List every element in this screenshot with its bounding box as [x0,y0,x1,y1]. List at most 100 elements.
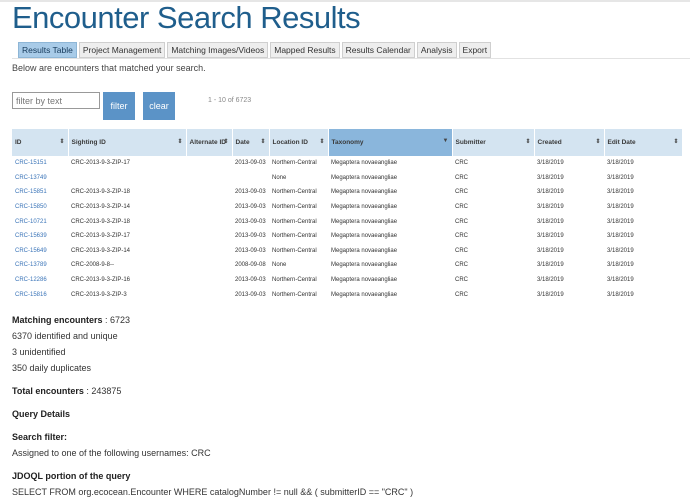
table-cell: 3/18/2019 [607,262,634,269]
table-cell: CRC-2013-9-3-ZIP-3 [71,291,127,298]
column-header-submitter[interactable]: Submitter ⇕ [452,129,535,156]
encounter-id-link[interactable]: CRC-15649 [12,244,68,259]
table-cell: Northern-Central [272,218,317,225]
table-cell: CRC [455,277,468,284]
column-header-created[interactable]: Created ⇕ [534,129,605,156]
table-cell [186,258,232,273]
table-cell: 3/18/2019 [607,277,634,284]
encounter-id-link[interactable]: CRC-13789 [12,258,68,273]
sort-icon[interactable]: ⇕ [673,138,678,145]
table-cell: Megaptera novaeangliae [331,204,398,211]
table-cell: 3/18/2019 [607,218,634,225]
column-label: Taxonomy [331,139,364,146]
table-row[interactable]: CRC-13789 CRC-2008-9-8-- 2008-09-08 None Meg… [12,258,682,273]
table-cell: 3/18/2019 [537,189,564,196]
table-cell: 2013-09-03 [235,160,266,167]
table-cell [186,287,232,302]
tab-matching-images-videos[interactable]: Matching Images/Videos [167,42,269,58]
table-cell: Megaptera novaeangliae [331,247,398,254]
jdoql-query-text: SELECT FROM org.ecocean.Encounter WHERE … [12,487,414,497]
table-cell: Megaptera novaeangliae [331,218,398,225]
tab-results-table[interactable]: Results Table [18,42,77,58]
column-header-location-id[interactable]: Location ID ⇕ [269,129,329,156]
encounter-id-link[interactable]: CRC-15851 [12,185,68,200]
column-header-taxonomy[interactable]: Taxonomy ▼ [328,129,453,156]
sort-icon[interactable]: ⇕ [319,138,324,145]
table-cell: 3/18/2019 [537,233,564,240]
table-row[interactable]: CRC-15816 CRC-2013-9-3-ZIP-3 2013-09-03 Nor… [12,287,682,302]
table-row[interactable]: CRC-15649 CRC-2013-9-3-ZIP-14 2013-09-03 No… [12,244,682,259]
tab-project-management[interactable]: Project Management [78,42,166,58]
table-row[interactable]: CRC-15850 CRC-2013-9-3-ZIP-14 2013-09-03 No… [12,200,682,215]
encounter-id-link[interactable]: CRC-15639 [12,229,68,244]
table-cell: CRC [455,291,468,298]
table-cell: Northern-Central [272,291,317,298]
table-cell: CRC-2013-9-3-ZIP-17 [71,233,131,240]
table-header-row: ID ⇕ Sighting ID ⇕ Alternate ID ⇕ Date ⇕ Locatio… [12,129,683,156]
column-label: Date [235,139,250,146]
search-stats: Matching encounters : 6723 6370 identifi… [12,312,414,500]
encounter-id-link[interactable]: CRC-15151 [12,156,68,171]
table-cell: 2008-09-08 [235,262,266,269]
results-table: ID ⇕ Sighting ID ⇕ Alternate ID ⇕ Date ⇕ Locatio… [12,129,683,302]
encounter-id-link[interactable]: CRC-12286 [12,273,68,288]
table-row[interactable]: CRC-10721 CRC-2013-9-3-ZIP-18 2013-09-03 No… [12,214,682,229]
encounter-id-link[interactable]: CRC-10721 [12,214,68,229]
table-cell: CRC-2013-9-3-ZIP-14 [71,247,131,254]
tab-export[interactable]: Export [458,42,492,58]
tab-mapped-results[interactable]: Mapped Results [270,42,340,58]
table-cell: CRC-2013-9-3-ZIP-18 [71,218,131,225]
table-cell: Northern-Central [272,160,317,167]
sort-icon[interactable]: ⇕ [525,138,530,145]
column-header-sighting-id[interactable]: Sighting ID ⇕ [68,129,187,156]
table-row[interactable]: CRC-12286 CRC-2013-9-3-ZIP-16 2013-09-03 No… [12,273,682,288]
matching-encounters-value: : 6723 [105,315,131,325]
table-row[interactable]: CRC-13749 None Megaptera novaeangliae CRC 3/… [12,171,682,186]
encounter-id-link[interactable]: CRC-15850 [12,200,68,215]
column-label: Submitter [455,139,486,146]
encounter-id-link[interactable]: CRC-15816 [12,287,68,302]
sort-desc-icon[interactable]: ▼ [443,138,449,144]
table-cell: 2013-09-03 [235,277,266,284]
filter-button[interactable]: filter [103,92,135,120]
table-cell: 3/18/2019 [537,218,564,225]
identified-count: 6370 identified and unique [12,331,118,341]
table-row[interactable]: CRC-15851 CRC-2013-9-3-ZIP-18 2013-09-03 No… [12,185,682,200]
table-cell: Megaptera novaeangliae [331,189,398,196]
sort-icon[interactable]: ⇕ [260,138,265,145]
table-row[interactable]: CRC-15639 CRC-2013-9-3-ZIP-17 2013-09-03 No… [12,229,682,244]
column-header-id[interactable]: ID ⇕ [12,129,69,156]
unidentified-count: 3 unidentified [12,347,66,357]
table-cell [186,214,232,229]
sort-icon[interactable]: ⇕ [59,138,64,145]
column-header-date[interactable]: Date ⇕ [232,129,270,156]
results-tabs: Results Table Project Management Matchin… [18,42,493,58]
tab-analysis[interactable]: Analysis [416,42,457,58]
table-cell [186,273,232,288]
filter-input[interactable] [12,92,100,109]
tab-results-calendar[interactable]: Results Calendar [341,42,415,58]
table-cell [186,171,232,186]
table-cell [186,185,232,200]
matching-encounters-label: Matching encounters [12,315,103,325]
table-cell: 3/18/2019 [607,189,634,196]
table-cell: Megaptera novaeangliae [331,174,398,181]
table-cell: CRC [455,218,468,225]
column-label: Sighting ID [71,139,106,146]
table-cell: Megaptera novaeangliae [331,262,398,269]
table-row[interactable]: CRC-15151 CRC-2013-9-3-ZIP-17 2013-09-03 No… [12,156,682,171]
search-filter-text: Assigned to one of the following usernam… [12,448,211,458]
clear-button[interactable]: clear [143,92,175,120]
column-header-alternate-id[interactable]: Alternate ID ⇕ [186,129,233,156]
sort-icon[interactable]: ⇕ [177,138,182,145]
sort-icon[interactable]: ⇕ [595,138,600,145]
table-cell: CRC [455,189,468,196]
table-cell: Megaptera novaeangliae [331,160,398,167]
column-label: Edit Date [607,139,636,146]
encounter-id-link[interactable]: CRC-13749 [12,171,68,186]
sort-icon[interactable]: ⇕ [223,138,228,145]
page-title: Encounter Search Results [12,0,361,35]
column-header-edit-date[interactable]: Edit Date ⇕ [604,129,683,156]
table-cell: 3/18/2019 [537,291,564,298]
table-cell: 2013-09-03 [235,247,266,254]
